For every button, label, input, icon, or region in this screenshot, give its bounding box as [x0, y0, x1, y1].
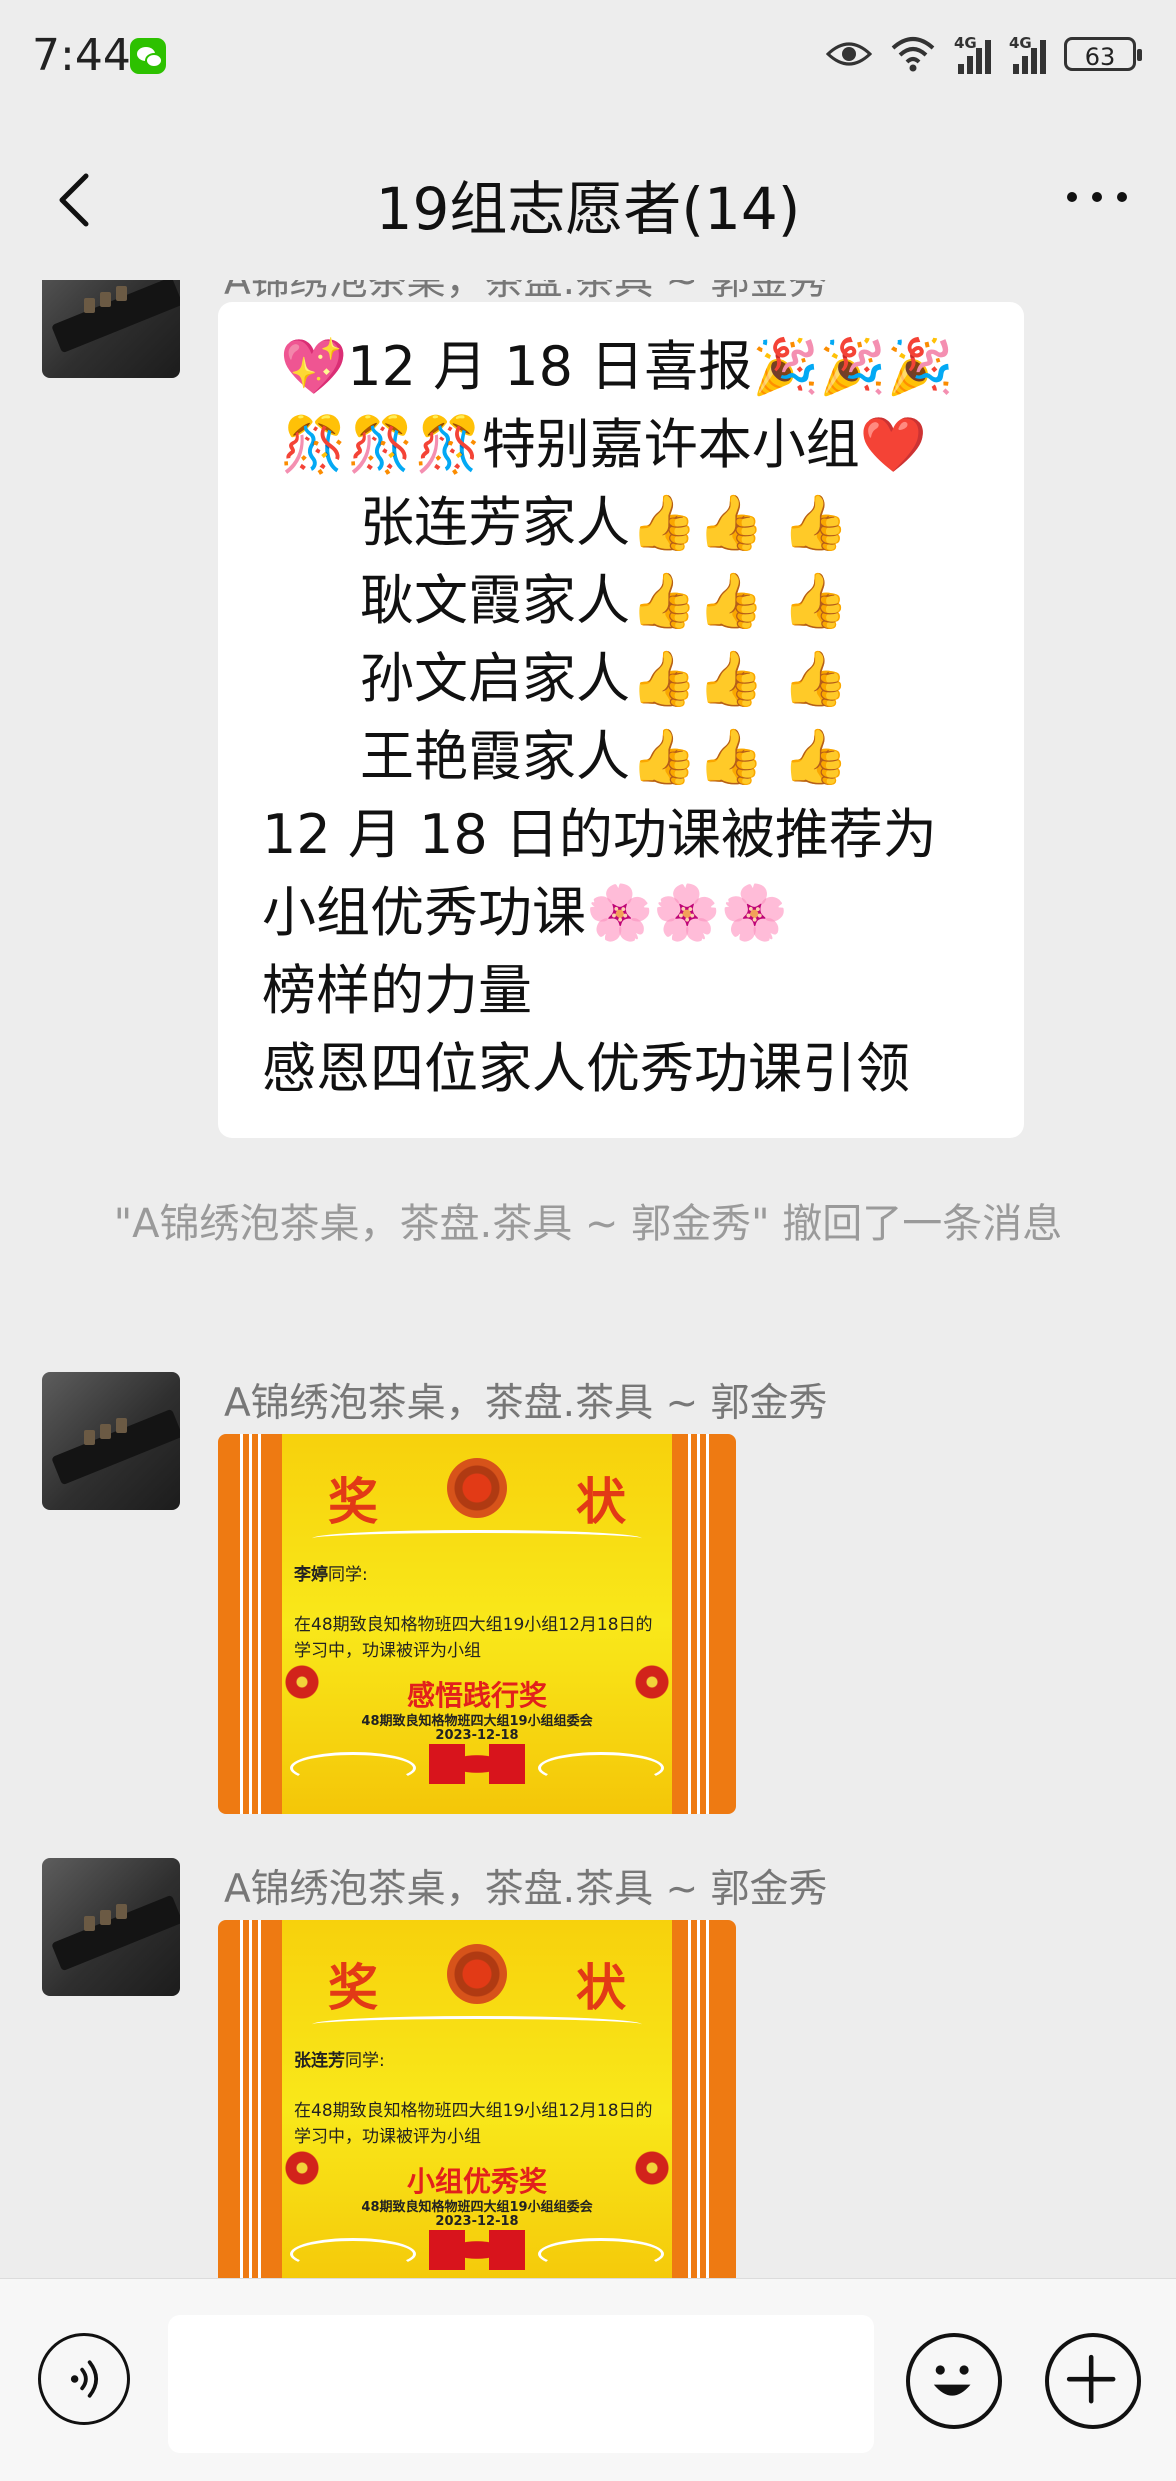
message-line: 耿文霞家人👍👍 👍 — [360, 569, 849, 632]
input-bar — [0, 2278, 1176, 2481]
eye-icon — [826, 42, 872, 66]
message-input[interactable] — [168, 2315, 874, 2453]
message-list[interactable]: A锦绣泡茶桌，茶盘.茶具 ~ 郭金秀 💖12 月 18 日喜报🎉🎉🎉 🎊🎊🎊特别… — [0, 280, 1176, 2278]
emoji-icon[interactable] — [906, 2333, 1002, 2429]
ribbon-icon — [417, 2230, 537, 2270]
message-line: 孙文启家人👍👍 👍 — [360, 647, 849, 710]
message-line: 张连芳家人👍👍 👍 — [360, 491, 849, 554]
sender-name: A锦绣泡茶桌，茶盘.茶具 ~ 郭金秀 — [224, 1381, 828, 1426]
message-line: 🎊🎊🎊特别嘉许本小组❤️ — [280, 413, 927, 476]
plus-icon[interactable] — [1045, 2333, 1141, 2429]
message-line: 感恩四位家人优秀功课引领 — [262, 1037, 910, 1100]
message-line: 💖12 月 18 日喜报🎉🎉🎉 — [280, 335, 954, 398]
certificate-award: 感悟践行奖 — [406, 1679, 547, 1712]
message-line: 12 月 18 日的功课被推荐为小组优秀功课🌸🌸🌸 — [262, 803, 937, 944]
swirl-ornament — [290, 2238, 416, 2270]
certificate-body: 在48期致良知格物班四大组19小组12月18日的学习中，功课被评为小组 — [294, 1615, 653, 1661]
certificate-recipient: 李婷同学: — [294, 1565, 368, 1585]
emblem-icon — [447, 1944, 507, 2004]
swirl-ornament — [538, 1752, 664, 1784]
ribbon-icon — [417, 1744, 537, 1784]
cellular-signal-1-icon: 4G — [954, 34, 991, 74]
certificate-title-left: 奖 — [328, 1473, 378, 1531]
chat-title: 19组志愿者(14) — [375, 175, 801, 243]
wifi-icon — [891, 37, 935, 72]
ornament-divider — [312, 1530, 642, 1547]
certificate-org: 48期致良知格物班四大组19小组组委会 — [361, 2200, 593, 2215]
certificate-image[interactable]: 奖 状 李婷同学: 在48期致良知格物班四大组19小组12月18日的学习中，功课… — [218, 1434, 736, 1814]
emblem-icon — [447, 1458, 507, 1518]
swirl-ornament — [290, 1752, 416, 1784]
message-line: 榜样的力量 — [262, 959, 532, 1022]
status-bar: 7:44 4G 4G 63 — [0, 0, 1176, 120]
message-line: 王艳霞家人👍👍 👍 — [360, 725, 849, 788]
certificate-award: 小组优秀奖 — [406, 2165, 547, 2198]
avatar[interactable] — [42, 280, 180, 378]
certificate-date: 2023-12-18 — [435, 2214, 519, 2229]
certificate-body: 在48期致良知格物班四大组19小组12月18日的学习中，功课被评为小组 — [294, 2101, 653, 2147]
status-time: 7:44 — [32, 30, 131, 81]
certificate-image[interactable]: 奖 状 张连芳同学: 在48期致良知格物班四大组19小组12月18日的学习中，功… — [218, 1920, 736, 2278]
more-icon[interactable] — [1062, 182, 1132, 212]
avatar[interactable] — [42, 1858, 180, 1996]
chat-header: 19组志愿者(14) — [0, 120, 1176, 280]
wechat-notification-icon — [130, 38, 166, 74]
avatar[interactable] — [42, 1372, 180, 1510]
voice-icon[interactable] — [38, 2333, 130, 2425]
certificate-title-right: 状 — [576, 1473, 626, 1531]
certificate-recipient: 张连芳同学: — [294, 2051, 385, 2071]
certificate-title-right: 状 — [576, 1959, 626, 2017]
swirl-ornament — [538, 2238, 664, 2270]
certificate-title-left: 奖 — [328, 1959, 378, 2017]
recall-notice: "A锦绣泡茶桌，茶盘.茶具 ~ 郭金秀" 撤回了一条消息 — [113, 1201, 1063, 1247]
text-message-bubble[interactable]: 💖12 月 18 日喜报🎉🎉🎉 🎊🎊🎊特别嘉许本小组❤️ 张连芳家人👍👍 👍 耿… — [218, 302, 1024, 1138]
battery-indicator: 63 — [1064, 37, 1142, 71]
ornament-divider — [312, 2016, 642, 2033]
cellular-signal-2-icon: 4G — [1009, 34, 1046, 74]
certificate-date: 2023-12-18 — [435, 1728, 519, 1743]
sender-name: A锦绣泡茶桌，茶盘.茶具 ~ 郭金秀 — [224, 1867, 828, 1912]
certificate-org: 48期致良知格物班四大组19小组组委会 — [361, 1714, 593, 1729]
